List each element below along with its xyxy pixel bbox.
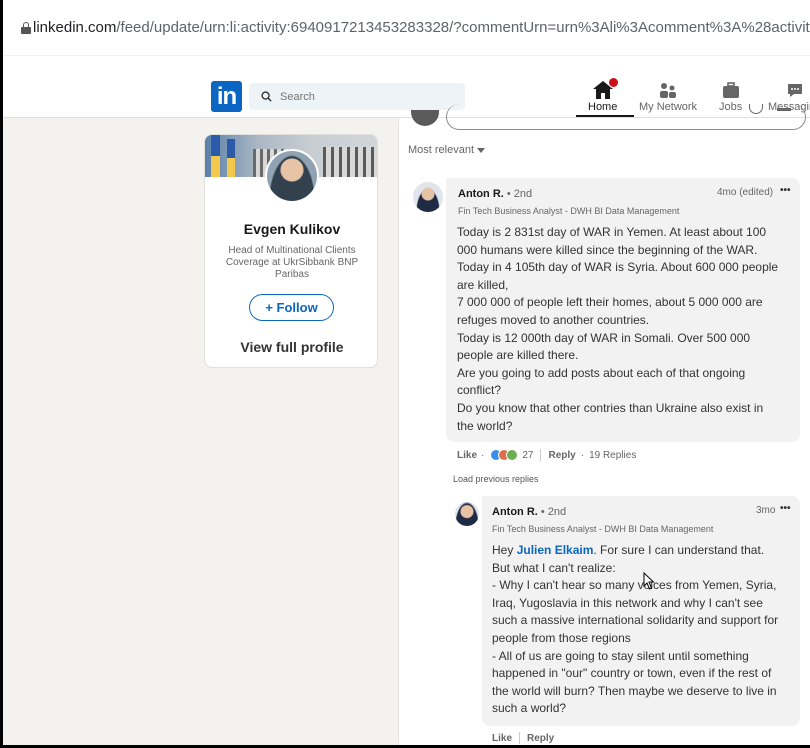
messaging-icon <box>768 80 810 100</box>
load-previous-replies[interactable]: Load previous replies <box>453 474 539 484</box>
reply-time: 3mo <box>756 505 776 516</box>
comment-input[interactable] <box>446 104 806 130</box>
profile-card: Evgen Kulikov Head of Multinational Clie… <box>204 134 378 368</box>
replies-count[interactable]: 19 Replies <box>589 450 636 461</box>
profile-name[interactable]: Evgen Kulikov <box>205 221 377 237</box>
address-bar[interactable]: linkedin.com/feed/update/urn:li:activity… <box>3 0 810 56</box>
comment-author-headline: Fin Tech Business Analyst - DWH BI Data … <box>458 206 680 216</box>
sort-dropdown[interactable]: Most relevant <box>408 144 486 156</box>
follow-button[interactable]: + Follow <box>249 294 334 321</box>
profile-avatar[interactable] <box>265 149 319 203</box>
image-icon[interactable] <box>777 108 791 111</box>
bookmarks-strip <box>3 56 810 76</box>
search-icon <box>261 91 272 102</box>
home-icon <box>588 77 620 100</box>
reply-text: Hey Julien Elkaim. For sure I can unders… <box>492 543 779 716</box>
comments-panel: Most relevant Anton R. • 2nd Fin Tech Bu… <box>399 104 810 745</box>
comment-actions: Like · 27 Reply · 19 Replies <box>457 449 637 461</box>
more-options-icon[interactable]: ••• <box>780 185 791 196</box>
linkedin-logo[interactable]: in <box>211 81 242 112</box>
search-box[interactable] <box>249 83 465 110</box>
network-icon <box>639 80 697 100</box>
reply-avatar[interactable] <box>455 502 479 526</box>
view-full-profile-link[interactable]: View full profile <box>205 339 377 355</box>
reply-author[interactable]: Anton R. • 2nd <box>492 506 566 518</box>
profile-headline: Head of Multinational Clients Coverage a… <box>225 245 359 280</box>
reply-like-button[interactable]: Like <box>492 733 512 744</box>
reactions-icon[interactable] <box>490 449 519 461</box>
briefcase-icon <box>719 80 742 100</box>
comment-time: 4mo (edited) <box>717 187 774 198</box>
mention-link[interactable]: Julien Elkaim <box>517 543 594 557</box>
comment-author[interactable]: Anton R. • 2nd <box>458 188 532 200</box>
app-window: linkedin.com/feed/update/urn:li:activity… <box>0 0 810 748</box>
comment-text: Today is 2 831st day of WAR in Yemen. At… <box>457 225 779 433</box>
my-avatar <box>411 110 439 126</box>
caret-down-icon <box>477 147 486 153</box>
commenter-avatar[interactable] <box>413 182 443 212</box>
reply-actions: Like Reply <box>492 732 554 744</box>
url-text[interactable]: linkedin.com/feed/update/urn:li:activity… <box>33 19 810 36</box>
mouse-cursor-icon <box>643 572 655 590</box>
reply-author-headline: Fin Tech Business Analyst - DWH BI Data … <box>492 524 714 534</box>
like-button[interactable]: Like <box>457 450 477 461</box>
reply-button[interactable]: Reply <box>548 450 575 461</box>
emoji-icon[interactable] <box>749 104 763 114</box>
reply-more-options-icon[interactable]: ••• <box>780 503 791 514</box>
reaction-count[interactable]: 27 <box>522 450 533 461</box>
search-input[interactable] <box>280 90 440 103</box>
sort-label: Most relevant <box>408 144 475 156</box>
reply-reply-button[interactable]: Reply <box>527 733 554 744</box>
